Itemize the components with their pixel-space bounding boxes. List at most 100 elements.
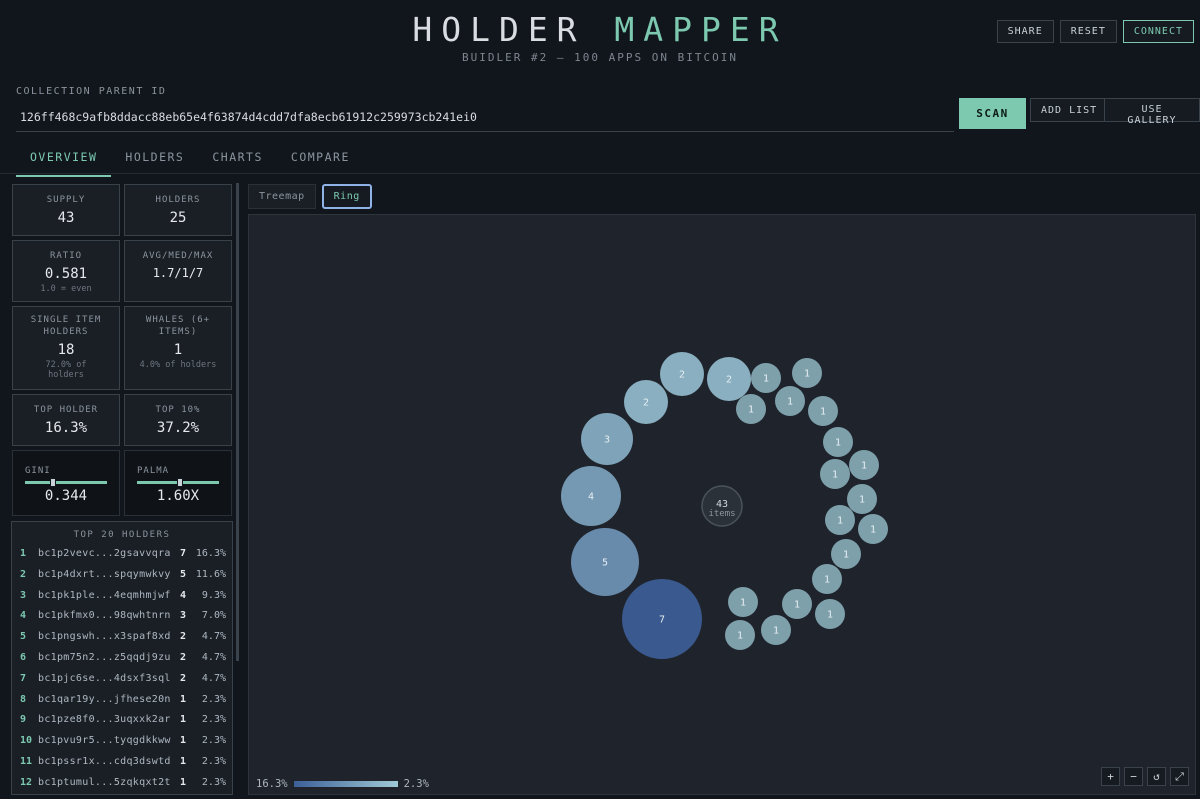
holder-percent: 11.6% — [195, 568, 226, 580]
holder-rank: 9 — [20, 714, 27, 726]
whales-label-1: WHALES (6+ — [145, 315, 211, 325]
stats-scrollbar[interactable] — [236, 183, 239, 661]
holder-row[interactable]: 3 bc1pk1ple...4eqmhmjwf 4 9.3% — [12, 586, 232, 606]
color-legend: 16.3% 2.3% — [256, 778, 429, 790]
holder-address: bc1pm75n2...z5qqdj9zu — [38, 652, 171, 663]
holder-row[interactable]: 4 bc1pkfmx0...98qwhtnrn 3 7.0% — [12, 606, 232, 626]
holder-percent: 2.3% — [201, 714, 226, 726]
holder-address: bc1pssr1x...cdq3dswtd — [38, 756, 171, 767]
zoom-controls: + − ↺ ⤢ — [1101, 767, 1189, 786]
holder-rank: 6 — [20, 652, 27, 663]
avg-med-max-label: AVG/MED/MAX — [142, 251, 214, 261]
use-gallery-button[interactable]: USE GALLERY — [1104, 98, 1200, 126]
holder-percent: 4.7% — [201, 631, 226, 643]
zoom-out-button[interactable]: − — [1124, 767, 1143, 786]
collection-id-input[interactable] — [16, 102, 954, 132]
holder-percent: 2.3% — [201, 693, 226, 705]
ring-view-tab[interactable]: Ring — [321, 184, 372, 209]
holder-row[interactable]: 9 bc1pze8f0...3uqxxk2ar 1 2.3% — [12, 710, 232, 730]
holder-row[interactable]: 1 bc1p2vevc...2gsavvqra 7 16.3% — [12, 544, 232, 564]
holder-bubble-label: 1 — [748, 405, 754, 416]
share-button[interactable]: SHARE — [996, 20, 1054, 43]
tab-holders[interactable]: HOLDERS — [111, 140, 198, 177]
holder-percent: 16.3% — [195, 548, 226, 559]
top-holders-title: TOP 20 HOLDERS — [73, 530, 171, 540]
scan-button[interactable]: SCAN — [959, 98, 1026, 129]
top-10-value: 37.2% — [156, 420, 200, 436]
holder-percent: 4.7% — [201, 652, 226, 663]
app-subtitle: BUIDLER #2 — 100 APPS ON BITCOIN — [462, 51, 738, 64]
holder-row[interactable]: 7 bc1pjc6se...4dsxf3sql 2 4.7% — [12, 669, 232, 689]
holder-rank: 2 — [20, 568, 27, 580]
palma-card: PALMA 1.60X — [124, 450, 232, 516]
top-holder-value: 16.3% — [44, 420, 88, 436]
top-10-card: TOP 10% 37.2% — [124, 394, 232, 446]
supply-label: SUPPLY — [46, 195, 86, 205]
holder-bubble-label: 1 — [773, 626, 779, 637]
tab-charts[interactable]: CHARTS — [198, 140, 277, 177]
fit-view-button[interactable]: ⤢ — [1170, 767, 1189, 786]
holder-address: bc1p4dxrt...spqymwkvy — [38, 568, 171, 580]
tab-compare[interactable]: COMPARE — [277, 140, 364, 177]
connect-button[interactable]: CONNECT — [1122, 20, 1194, 43]
holder-bubble-label: 1 — [820, 407, 826, 418]
holder-address: bc1ptumul...5zqkqxt2t — [38, 776, 171, 788]
holder-bubble-label: 1 — [794, 600, 800, 611]
holder-bubble-label: 1 — [837, 516, 843, 527]
tab-overview[interactable]: OVERVIEW — [16, 140, 112, 177]
holder-address: bc1pngswh...x3spaf8xd — [38, 631, 171, 643]
whales-note: 4.0% of holders — [139, 360, 217, 370]
holder-rank: 8 — [20, 693, 27, 705]
whales-card: WHALES (6+ ITEMS) 1 4.0% of holders — [124, 306, 232, 390]
collection-id-label: COLLECTION PARENT ID — [16, 86, 167, 97]
holders-label: HOLDERS — [155, 195, 201, 205]
holder-address: bc1pvu9r5...tyqgdkkww — [38, 735, 171, 747]
holder-row[interactable]: 6 bc1pm75n2...z5qqdj9zu 2 4.7% — [12, 648, 232, 668]
holder-percent: 9.3% — [201, 589, 226, 601]
add-list-button[interactable]: ADD LIST — [1030, 98, 1109, 122]
stats-panel: SUPPLY 43 HOLDERS 25 RATIO 0.581 1.0 = e… — [11, 183, 233, 795]
legend-gradient — [293, 781, 398, 787]
holder-row[interactable]: 11 bc1pssr1x...cdq3dswtd 1 2.3% — [12, 752, 232, 772]
holder-count: 5 — [180, 568, 187, 580]
zoom-in-button[interactable]: + — [1101, 767, 1120, 786]
ratio-note: 1.0 = even — [40, 284, 92, 294]
holder-rank: 4 — [20, 610, 27, 622]
holder-count: 2 — [180, 631, 187, 643]
holder-count: 7 — [180, 548, 187, 559]
palma-marker — [177, 478, 184, 487]
holder-row[interactable]: 2 bc1p4dxrt...spqymwkvy 5 11.6% — [12, 565, 232, 585]
reset-button[interactable]: RESET — [1059, 20, 1117, 43]
ring-canvas[interactable]: 43 items 7543222111111111111111111 — [248, 214, 1196, 795]
holder-bubble-label: 5 — [602, 558, 608, 569]
holder-bubble-label: 7 — [659, 615, 665, 626]
holder-row[interactable]: 8 bc1qar19y...jfhese20n 1 2.3% — [12, 690, 232, 710]
whales-label-2: ITEMS) — [158, 327, 198, 337]
gini-card: GINI 0.344 — [12, 450, 120, 516]
top-holder-label: TOP HOLDER — [33, 405, 99, 415]
holder-percent: 2.3% — [201, 735, 226, 747]
view-tabs: Treemap Ring — [248, 184, 372, 209]
holder-count: 1 — [180, 756, 187, 767]
treemap-view-tab[interactable]: Treemap — [248, 184, 316, 209]
holder-bubble-label: 1 — [787, 397, 793, 408]
single-item-value: 18 — [57, 342, 75, 358]
holder-row[interactable]: 12 bc1ptumul...5zqkqxt2t 1 2.3% — [12, 773, 232, 793]
palma-label: PALMA — [137, 466, 170, 476]
zoom-reset-button[interactable]: ↺ — [1147, 767, 1166, 786]
holder-count: 4 — [180, 589, 187, 601]
single-item-label-2: HOLDERS — [43, 327, 89, 337]
single-item-note-1: 72.0% of — [45, 360, 87, 370]
holder-percent: 2.3% — [201, 776, 226, 788]
holder-row[interactable]: 10 bc1pvu9r5...tyqgdkkww 1 2.3% — [12, 731, 232, 751]
avg-med-max-value: 1.7/1/7 — [152, 266, 204, 280]
holder-count: 1 — [180, 693, 187, 705]
holder-row[interactable]: 5 bc1pngswh...x3spaf8xd 2 4.7% — [12, 627, 232, 647]
holder-bubble-label: 2 — [726, 375, 732, 386]
holder-rank: 12 — [20, 776, 33, 788]
gini-value: 0.344 — [44, 488, 88, 504]
holder-address: bc1p2vevc...2gsavvqra — [38, 548, 171, 559]
title-accent: MAPPER — [614, 10, 788, 49]
holder-bubble-label: 4 — [588, 492, 594, 503]
main-tabs: OVERVIEW HOLDERS CHARTS COMPARE — [16, 140, 364, 177]
